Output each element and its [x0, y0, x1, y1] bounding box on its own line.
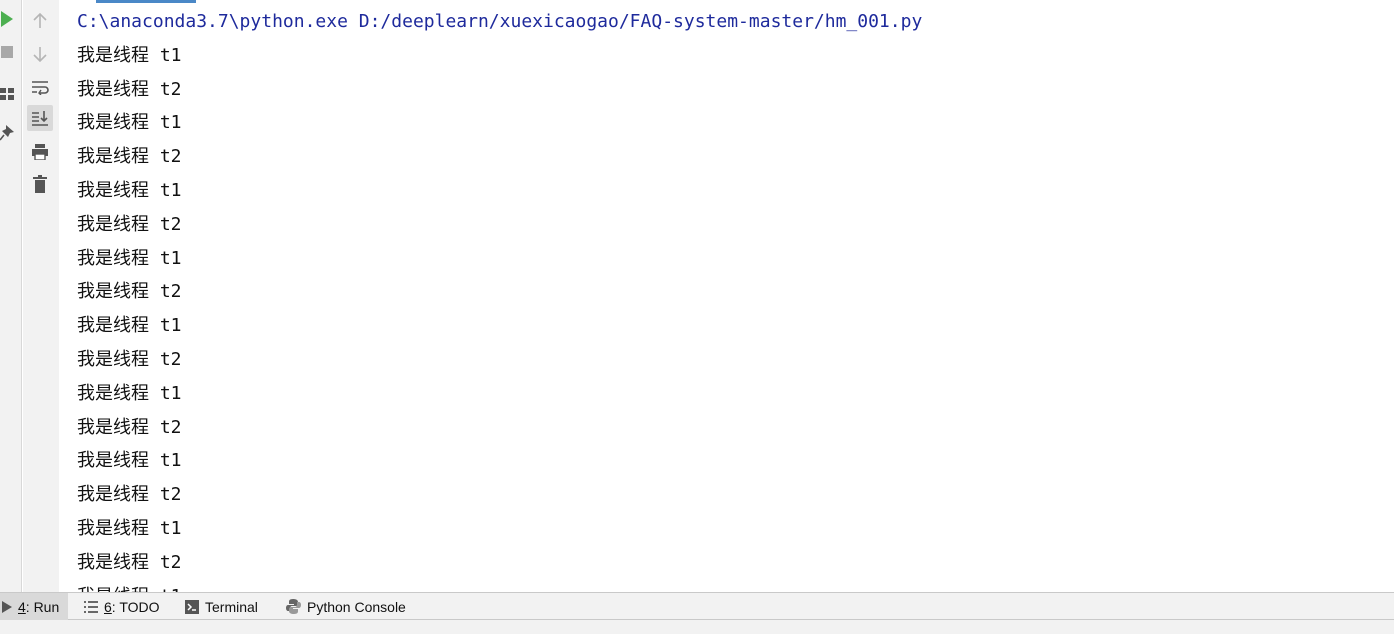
- stop-icon[interactable]: [0, 44, 14, 60]
- run-actions-strip: [0, 0, 22, 592]
- tab-todo[interactable]: 6: TODO: [84, 593, 160, 620]
- python-icon: [286, 599, 301, 614]
- console-line: 我是线程 t2: [77, 348, 182, 370]
- list-icon: [84, 600, 98, 613]
- console-line: 我是线程 t1: [77, 315, 182, 337]
- tab-python-console-label: Python Console: [307, 598, 406, 615]
- console-line: 我是线程 t2: [77, 146, 182, 168]
- rerun-icon[interactable]: [0, 11, 14, 27]
- command-line: C:\anaconda3.7\python.exe D:/deeplearn/x…: [77, 11, 923, 32]
- run-icon: [2, 600, 12, 613]
- console-toolbar: [23, 0, 59, 592]
- active-tab-indicator: [96, 0, 196, 3]
- console-line: 我是线程 t1: [77, 179, 182, 201]
- console-lines: C:\anaconda3.7\python.exe D:/deeplearn/x…: [77, 7, 922, 592]
- console-line: 我是线程 t2: [77, 281, 182, 303]
- run-console-output[interactable]: C:\anaconda3.7\python.exe D:/deeplearn/x…: [60, 0, 1394, 592]
- console-line: 我是线程 t2: [77, 484, 182, 506]
- soft-wrap-icon[interactable]: [27, 74, 53, 100]
- up-arrow-icon[interactable]: [27, 8, 53, 34]
- console-line: 我是线程 t1: [77, 382, 182, 404]
- console-line: 我是线程 t1: [77, 450, 182, 472]
- tab-run[interactable]: 4: Run: [0, 593, 68, 620]
- console-line: 我是线程 t2: [77, 551, 182, 573]
- terminal-icon: [185, 599, 199, 614]
- pin-icon[interactable]: [0, 125, 14, 141]
- console-line: 我是线程 t1: [77, 44, 182, 66]
- tab-terminal-label: Terminal: [205, 598, 258, 615]
- tab-terminal[interactable]: Terminal: [185, 593, 258, 620]
- print-icon[interactable]: [27, 139, 53, 165]
- tab-python-console[interactable]: Python Console: [286, 593, 406, 620]
- tab-todo-label: : TODO: [111, 598, 160, 615]
- scroll-to-end-icon[interactable]: [27, 105, 53, 131]
- console-line: 我是线程 t1: [77, 517, 182, 539]
- down-arrow-icon[interactable]: [27, 41, 53, 67]
- tab-run-label: : Run: [25, 598, 60, 615]
- status-bar: [0, 620, 1394, 634]
- tab-todo-number: 6: [104, 598, 112, 615]
- console-line: 我是线程 t2: [77, 213, 182, 235]
- console-line: 我是线程 t2: [77, 78, 182, 100]
- console-line: 我是线程 t2: [77, 416, 182, 438]
- console-line: 我是线程 t1: [77, 247, 182, 269]
- tab-run-number: 4: [18, 598, 26, 615]
- layout-icon[interactable]: [0, 86, 14, 102]
- console-line: 我是线程 t1: [77, 582, 922, 592]
- console-line: 我是线程 t1: [77, 112, 182, 134]
- tool-window-bar: 4: Run 6: TODO Terminal Python Console: [0, 592, 1394, 620]
- trash-icon[interactable]: [27, 171, 53, 197]
